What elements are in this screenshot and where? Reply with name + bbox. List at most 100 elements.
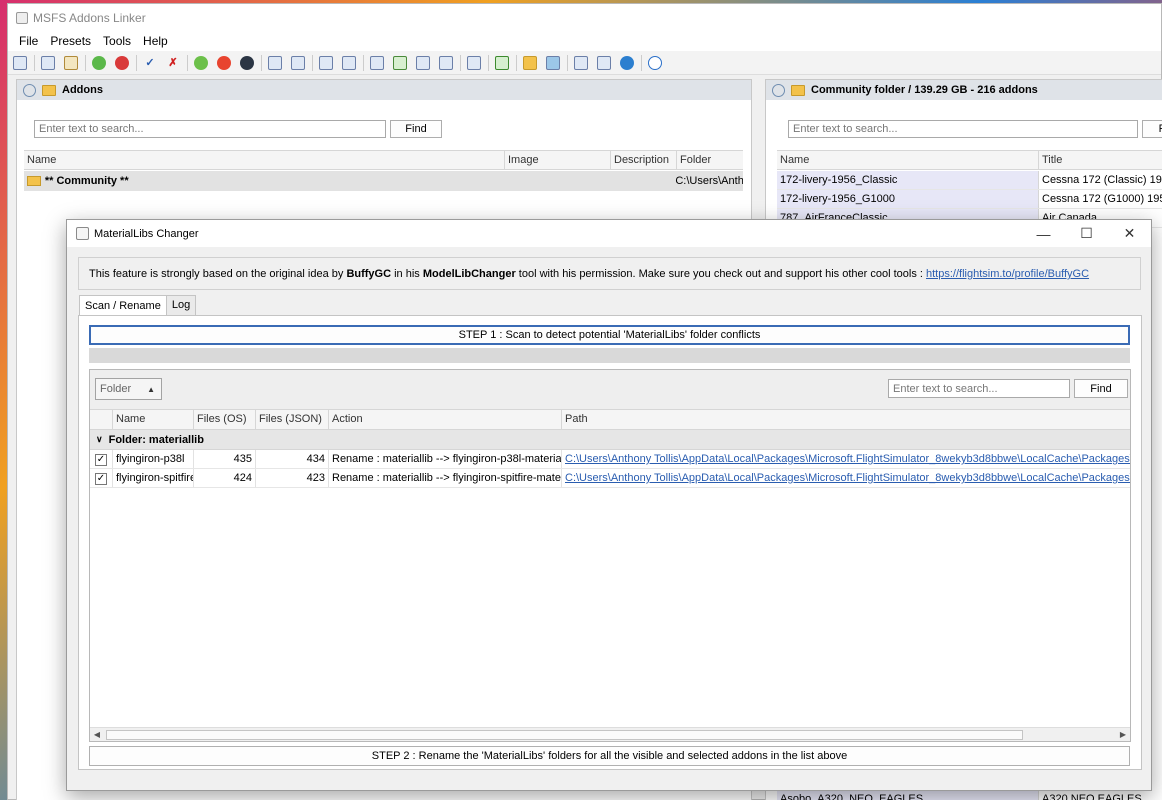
col-path[interactable]: Path bbox=[562, 410, 1130, 429]
menu-tools[interactable]: Tools bbox=[97, 34, 137, 48]
col-folder[interactable]: Folder bbox=[677, 151, 743, 169]
folder-icon bbox=[27, 176, 41, 186]
table-row[interactable]: ✓ flyingiron-spitfire 424 423 Rename : m… bbox=[90, 469, 1130, 488]
col-files-json[interactable]: Files (JSON) bbox=[256, 410, 329, 429]
folder-icon bbox=[42, 84, 56, 96]
dialog-app-icon bbox=[76, 227, 89, 240]
close-icon[interactable]: ✕ bbox=[1108, 220, 1151, 247]
move-out-icon[interactable] bbox=[340, 54, 358, 72]
info-text: in his bbox=[391, 268, 423, 280]
grid-find-button[interactable]: Find bbox=[1074, 379, 1128, 398]
info-box: This feature is strongly based on the or… bbox=[78, 257, 1141, 290]
scroll-right-icon[interactable]: ▶ bbox=[1116, 730, 1130, 739]
sort-asc-icon: ▲ bbox=[147, 384, 155, 394]
community-title: Community folder / 139.29 GB - 216 addon… bbox=[811, 84, 1038, 96]
profile-link[interactable]: https://flightsim.to/profile/BuffyGC bbox=[926, 268, 1089, 280]
addons-row[interactable]: ** Community ** C:\Users\Anth bbox=[24, 171, 743, 191]
menu-file[interactable]: File bbox=[13, 34, 44, 48]
move-in-icon[interactable] bbox=[317, 54, 335, 72]
unlink-icon[interactable] bbox=[414, 54, 432, 72]
cell-path-link[interactable]: C:\Users\Anthony Tollis\AppData\Local\Pa… bbox=[562, 469, 1130, 487]
refresh-icon[interactable] bbox=[772, 83, 785, 97]
list-item[interactable]: 172-livery-1956_Classic Cessna 172 (Clas… bbox=[777, 171, 1162, 190]
minimize-icon[interactable]: — bbox=[1022, 220, 1065, 247]
group-panel: Folder ▲ Find bbox=[90, 370, 1130, 410]
list-item[interactable]: 172-livery-1956_G1000 Cessna 172 (G1000)… bbox=[777, 190, 1162, 209]
col-title[interactable]: Title bbox=[1039, 151, 1162, 169]
menu-presets[interactable]: Presets bbox=[44, 34, 97, 48]
addons-grid-header: Name Image Description Folder bbox=[24, 150, 743, 170]
green-dot-icon[interactable] bbox=[192, 54, 210, 72]
table-icon[interactable] bbox=[595, 54, 613, 72]
image-icon[interactable] bbox=[544, 54, 562, 72]
menu-help[interactable]: Help bbox=[137, 34, 174, 48]
col-name[interactable]: Name bbox=[777, 151, 1039, 169]
grid-search-input[interactable] bbox=[888, 379, 1070, 398]
check-icon[interactable]: ✓ bbox=[141, 54, 159, 72]
col-name[interactable]: Name bbox=[24, 151, 505, 169]
cell-name: flyingiron-p38l bbox=[113, 450, 194, 468]
cell-files-os: 435 bbox=[194, 450, 256, 468]
select-icon[interactable] bbox=[289, 54, 307, 72]
uncheck-icon[interactable]: ✗ bbox=[164, 54, 182, 72]
row-checkbox[interactable]: ✓ bbox=[95, 454, 107, 466]
list-icon[interactable] bbox=[465, 54, 483, 72]
refresh-icon[interactable] bbox=[23, 83, 36, 97]
red-dot-icon[interactable] bbox=[215, 54, 233, 72]
step1-button[interactable]: STEP 1 : Scan to detect potential 'Mater… bbox=[89, 325, 1130, 345]
play-icon[interactable] bbox=[646, 54, 664, 72]
addon-folder: C:\Users\Anth bbox=[675, 175, 743, 187]
addon-title: Cessna 172 (G1000) 1956 bbox=[1042, 193, 1162, 205]
horizontal-scrollbar[interactable]: ◀ ▶ bbox=[90, 727, 1130, 741]
community-find-button[interactable]: F bbox=[1142, 120, 1162, 138]
col-action[interactable]: Action bbox=[329, 410, 562, 429]
group-chip-label: Folder bbox=[100, 383, 132, 395]
list-item[interactable]: Asobo_A320_NEO_EAGLES A320 NEO EAGLES bbox=[777, 791, 1162, 800]
globe-icon[interactable] bbox=[618, 54, 636, 72]
select-add-icon[interactable] bbox=[266, 54, 284, 72]
col-description[interactable]: Description bbox=[611, 151, 677, 169]
group-chip-folder[interactable]: Folder ▲ bbox=[95, 378, 162, 400]
addons-header: Addons bbox=[17, 80, 751, 100]
link-icon[interactable] bbox=[391, 54, 409, 72]
tab-scan-rename[interactable]: Scan / Rename bbox=[79, 295, 167, 317]
step2-button[interactable]: STEP 2 : Rename the 'MaterialLibs' folde… bbox=[89, 746, 1130, 766]
row-checkbox[interactable]: ✓ bbox=[95, 473, 107, 485]
scroll-left-icon[interactable]: ◀ bbox=[90, 730, 104, 739]
enable-icon[interactable] bbox=[90, 54, 108, 72]
col-files-os[interactable]: Files (OS) bbox=[194, 410, 256, 429]
group-row[interactable]: ∨ Folder: materiallib bbox=[90, 430, 1130, 450]
col-check[interactable] bbox=[90, 410, 113, 429]
addon-name: 172-livery-1956_G1000 bbox=[777, 190, 1039, 208]
col-name[interactable]: Name bbox=[113, 410, 194, 429]
group-label: Folder: materiallib bbox=[108, 433, 204, 446]
tree-icon[interactable] bbox=[368, 54, 386, 72]
dialog-title-bar: MaterialLibs Changer — ☐ ✕ bbox=[67, 220, 1151, 247]
dark-dot-icon[interactable] bbox=[238, 54, 256, 72]
folder-icon[interactable] bbox=[521, 54, 539, 72]
maximize-icon[interactable]: ☐ bbox=[1065, 220, 1108, 247]
search-icon[interactable] bbox=[11, 54, 29, 72]
tab-body: STEP 1 : Scan to detect potential 'Mater… bbox=[78, 315, 1142, 770]
menu-bar: File Presets Tools Help bbox=[8, 31, 1161, 51]
addons-search-input[interactable] bbox=[34, 120, 386, 138]
disable-icon[interactable] bbox=[113, 54, 131, 72]
cell-path-link[interactable]: C:\Users\Anthony Tollis\AppData\Local\Pa… bbox=[562, 450, 1130, 468]
refresh-icon[interactable] bbox=[493, 54, 511, 72]
table-row[interactable]: ✓ flyingiron-p38l 435 434 Rename : mater… bbox=[90, 450, 1130, 469]
addons-title: Addons bbox=[62, 84, 103, 96]
community-grid-header: Name Title bbox=[777, 150, 1162, 170]
chevron-down-icon[interactable]: ∨ bbox=[96, 434, 103, 445]
addons-find-button[interactable]: Find bbox=[390, 120, 442, 138]
scroll-thumb[interactable] bbox=[106, 729, 1023, 740]
conflicts-grid: Folder ▲ Find Name Files (OS) Files (JSO… bbox=[89, 369, 1131, 742]
col-image[interactable]: Image bbox=[505, 151, 611, 169]
compare-icon[interactable] bbox=[437, 54, 455, 72]
tab-log[interactable]: Log bbox=[165, 295, 197, 317]
cell-action: Rename : materiallib --> flyingiron-p38l… bbox=[329, 450, 562, 468]
paste-icon[interactable] bbox=[62, 54, 80, 72]
screen-icon[interactable] bbox=[572, 54, 590, 72]
cell-files-os: 424 bbox=[194, 469, 256, 487]
add-icon[interactable] bbox=[39, 54, 57, 72]
community-search-input[interactable] bbox=[788, 120, 1138, 138]
